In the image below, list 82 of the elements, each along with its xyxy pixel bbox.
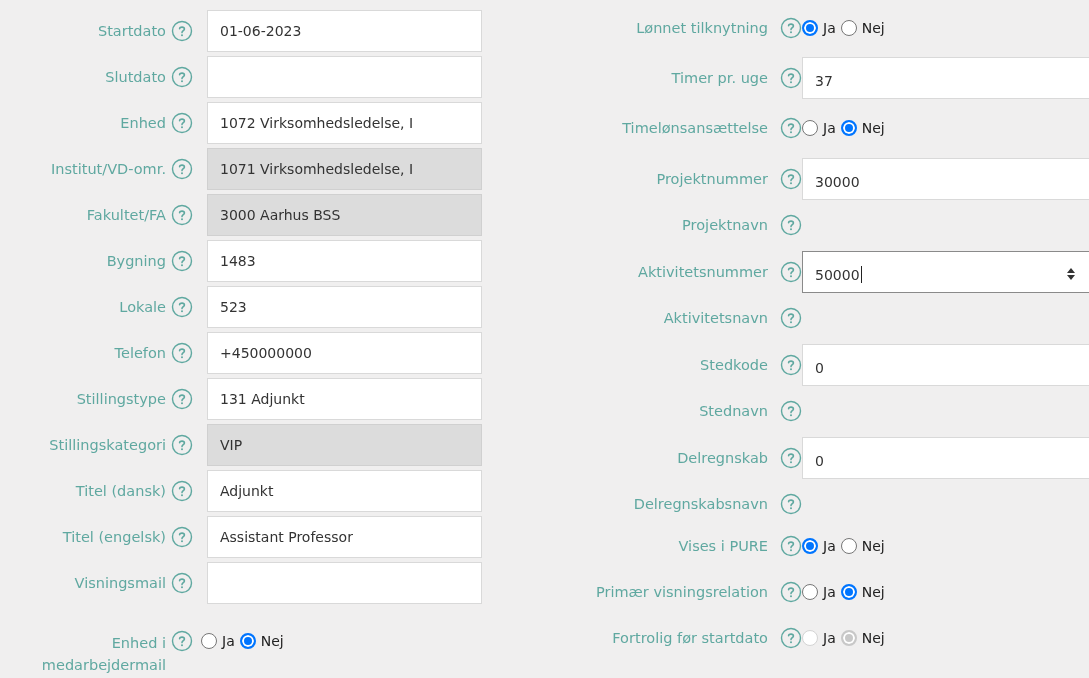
help-icon[interactable]	[171, 112, 193, 134]
field-label: Slutdato	[104, 69, 166, 85]
input-field[interactable]: Assistant Professor	[207, 516, 482, 558]
help-icon[interactable]	[780, 493, 802, 515]
field-label: Titel (dansk)	[74, 483, 166, 499]
input-field[interactable]: 01-06-2023	[207, 10, 482, 52]
field-label: Fortrolig før startdato	[611, 630, 768, 646]
radio-option[interactable]: Nej	[840, 538, 885, 554]
input-field[interactable]: 523	[207, 286, 482, 328]
field-label: Stillingstype	[75, 391, 166, 407]
help-icon[interactable]	[171, 434, 193, 456]
spinner-icon[interactable]	[1064, 266, 1078, 281]
field-label: Projektnavn	[681, 217, 768, 233]
help-icon[interactable]	[780, 581, 802, 603]
radio-option[interactable]: Ja	[802, 20, 836, 36]
radio-option[interactable]: Nej	[239, 633, 284, 649]
field-label: Institut/VD-omr.	[50, 161, 166, 177]
field-label: Startdato	[96, 23, 166, 39]
input-field[interactable]: 30000	[802, 157, 1089, 200]
input-field[interactable]: 37	[802, 56, 1089, 99]
radio-option[interactable]: Ja	[802, 584, 836, 600]
field-label: Lønnet tilknytning	[635, 20, 768, 36]
help-icon[interactable]	[780, 446, 802, 469]
input-field[interactable]: +450000000	[207, 332, 482, 374]
field-label: Aktivitetsnummer	[637, 263, 768, 280]
field-label: Delregnskab	[676, 449, 768, 466]
field-label: Stedkode	[699, 356, 768, 373]
field-label: Enhed	[119, 115, 166, 131]
help-icon[interactable]	[780, 353, 802, 376]
help-icon[interactable]	[780, 66, 802, 89]
radio-option[interactable]: Ja	[802, 120, 836, 136]
field-label: Primær visningsrelation	[595, 584, 768, 600]
field-label: Enhed i medarbejdermail	[40, 634, 166, 675]
help-icon[interactable]	[171, 204, 193, 226]
help-icon[interactable]	[171, 20, 193, 42]
help-icon[interactable]	[171, 526, 193, 548]
help-icon[interactable]	[171, 572, 193, 594]
help-icon[interactable]	[780, 535, 802, 557]
field-label: Titel (engelsk)	[61, 529, 166, 545]
radio-option[interactable]: Nej	[840, 584, 885, 600]
field-label: Delregnskabsnavn	[632, 496, 768, 512]
radio-option[interactable]: Nej	[840, 120, 885, 136]
help-icon[interactable]	[780, 260, 802, 283]
input-field[interactable]: 50000	[802, 250, 1089, 293]
input-field[interactable]	[207, 56, 482, 98]
input-field[interactable]: 1072 Virksomhedsledelse, I	[207, 102, 482, 144]
field-label: Vises i PURE	[677, 538, 768, 554]
help-icon[interactable]	[780, 307, 802, 329]
field-label: Fakultet/FA	[85, 207, 166, 223]
help-icon[interactable]	[171, 480, 193, 502]
help-icon[interactable]	[780, 17, 802, 39]
field-label: Projektnummer	[655, 170, 768, 187]
radio-option[interactable]: Ja	[802, 538, 836, 554]
radio-option[interactable]: Nej	[840, 20, 885, 36]
field-label: Aktivitetsnavn	[662, 310, 768, 326]
help-icon[interactable]	[171, 388, 193, 410]
field-label: Bygning	[105, 253, 166, 269]
field-label: Telefon	[113, 345, 166, 361]
help-icon[interactable]	[171, 630, 193, 652]
help-icon[interactable]	[780, 167, 802, 190]
input-field[interactable]: 1483	[207, 240, 482, 282]
help-icon[interactable]	[780, 117, 802, 139]
field-label: Visningsmail	[73, 575, 166, 591]
help-icon[interactable]	[780, 214, 802, 236]
field-label: Stednavn	[698, 403, 768, 419]
input-field[interactable]: Adjunkt	[207, 470, 482, 512]
input-field[interactable]: 0	[802, 436, 1089, 479]
help-icon[interactable]	[171, 158, 193, 180]
field-label: Stillingskategori	[48, 437, 166, 453]
input-field[interactable]	[207, 562, 482, 604]
field-label: Timelønsansættelse	[621, 120, 768, 136]
help-icon[interactable]	[171, 296, 193, 318]
help-icon[interactable]	[780, 400, 802, 422]
radio-option[interactable]: Ja	[201, 633, 235, 649]
help-icon[interactable]	[171, 250, 193, 272]
help-icon[interactable]	[171, 66, 193, 88]
input-field[interactable]: 131 Adjunkt	[207, 378, 482, 420]
field-label: Lokale	[118, 299, 166, 315]
input-field[interactable]: 0	[802, 343, 1089, 386]
help-icon[interactable]	[780, 627, 802, 649]
field-label: Timer pr. uge	[670, 69, 768, 86]
help-icon[interactable]	[171, 342, 193, 364]
